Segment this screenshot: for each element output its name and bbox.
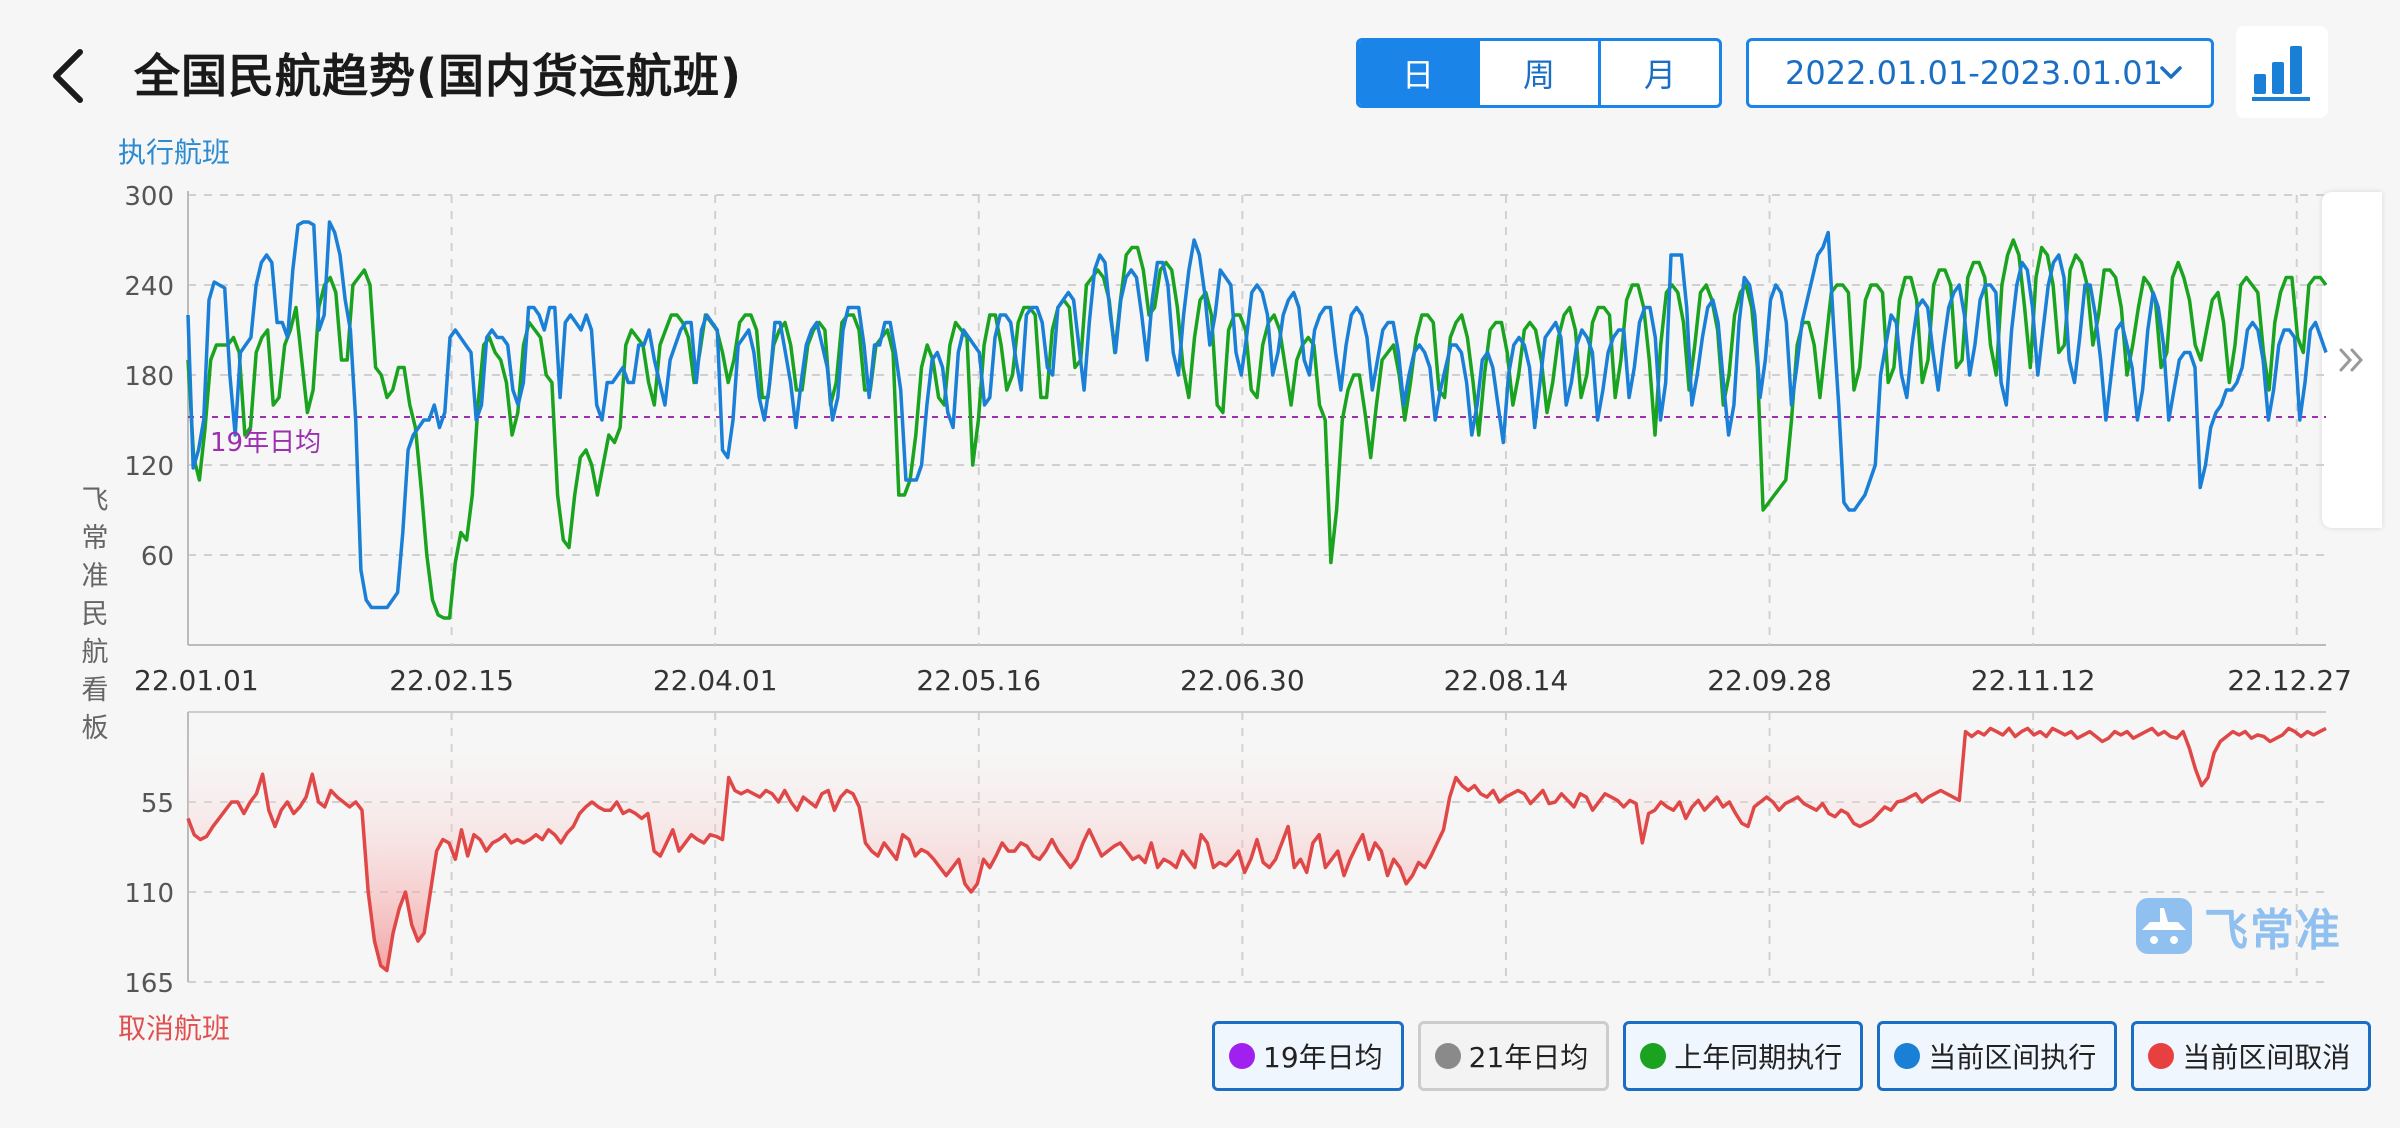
trend-chart: 60 120 180 240 300 22.01.01 22.02.15 22.04.01 22… bbox=[118, 136, 2352, 1045]
series-line-last-year-executed bbox=[186, 238, 2328, 620]
top-y-tick-label: 60 bbox=[141, 542, 174, 572]
bottom-y-axis-label: 取消航班 bbox=[118, 1012, 230, 1045]
legend-label-2021-avg: 21年日均 bbox=[1468, 1041, 1589, 1074]
plane-logo-icon bbox=[2136, 898, 2192, 954]
bottom-y-tick-label: 55 bbox=[141, 789, 174, 819]
legend-dot-2021-avg bbox=[1434, 1043, 1461, 1069]
bottom-y-tick-label: 165 bbox=[124, 969, 174, 999]
x-tick-label: 22.06.30 bbox=[1180, 664, 1305, 697]
legend-dot-current-executed bbox=[1894, 1043, 1921, 1069]
top-y-tick-label: 120 bbox=[124, 452, 174, 482]
x-tick-label: 22.05.16 bbox=[916, 664, 1041, 697]
top-y-tick-label: 300 bbox=[124, 182, 174, 212]
watermark-text: 飞常准 bbox=[2204, 905, 2342, 956]
x-tick-label: 22.08.14 bbox=[1444, 664, 1569, 697]
legend-dot-last-year bbox=[1640, 1043, 1667, 1069]
reference-line-label: 19年日均 bbox=[210, 428, 321, 458]
legend-item-2019-avg[interactable]: 19年日均 bbox=[1212, 1021, 1404, 1091]
legend-item-current-executed[interactable]: 当前区间执行 bbox=[1877, 1021, 2118, 1091]
legend-item-last-year[interactable]: 上年同期执行 bbox=[1623, 1021, 1864, 1091]
legend-label-current-executed: 当前区间执行 bbox=[1928, 1041, 2097, 1074]
legend-dot-2019-avg bbox=[1229, 1043, 1255, 1069]
watermark-logo: 飞常准 bbox=[2134, 894, 2342, 958]
legend-dot-current-cancelled bbox=[2148, 1043, 2175, 1069]
legend-item-2021-avg[interactable]: 21年日均 bbox=[1417, 1021, 1610, 1091]
x-tick-label: 22.09.28 bbox=[1707, 664, 1832, 697]
x-tick-label: 22.02.15 bbox=[389, 664, 514, 697]
top-y-axis-label: 执行航班 bbox=[118, 136, 230, 169]
x-tick-label: 22.11.12 bbox=[1971, 664, 2096, 697]
top-y-tick-label: 240 bbox=[124, 272, 174, 302]
legend-label-2019-avg: 19年日均 bbox=[1263, 1041, 1383, 1074]
x-tick-label: 22.01.01 bbox=[134, 664, 259, 697]
x-tick-label: 22.04.01 bbox=[653, 664, 778, 697]
x-tick-label: 22.12.27 bbox=[2227, 664, 2352, 697]
legend-label-last-year: 上年同期执行 bbox=[1674, 1041, 1843, 1074]
legend-label-current-cancelled: 当前区间取消 bbox=[2182, 1041, 2351, 1074]
chart-legend: 19年日均 21年日均 上年同期执行 当前区间执行 当前区间取消 bbox=[1212, 1021, 2372, 1091]
legend-item-current-cancelled[interactable]: 当前区间取消 bbox=[2131, 1021, 2372, 1091]
top-y-tick-label: 180 bbox=[124, 362, 174, 392]
bottom-y-tick-label: 110 bbox=[124, 879, 174, 909]
